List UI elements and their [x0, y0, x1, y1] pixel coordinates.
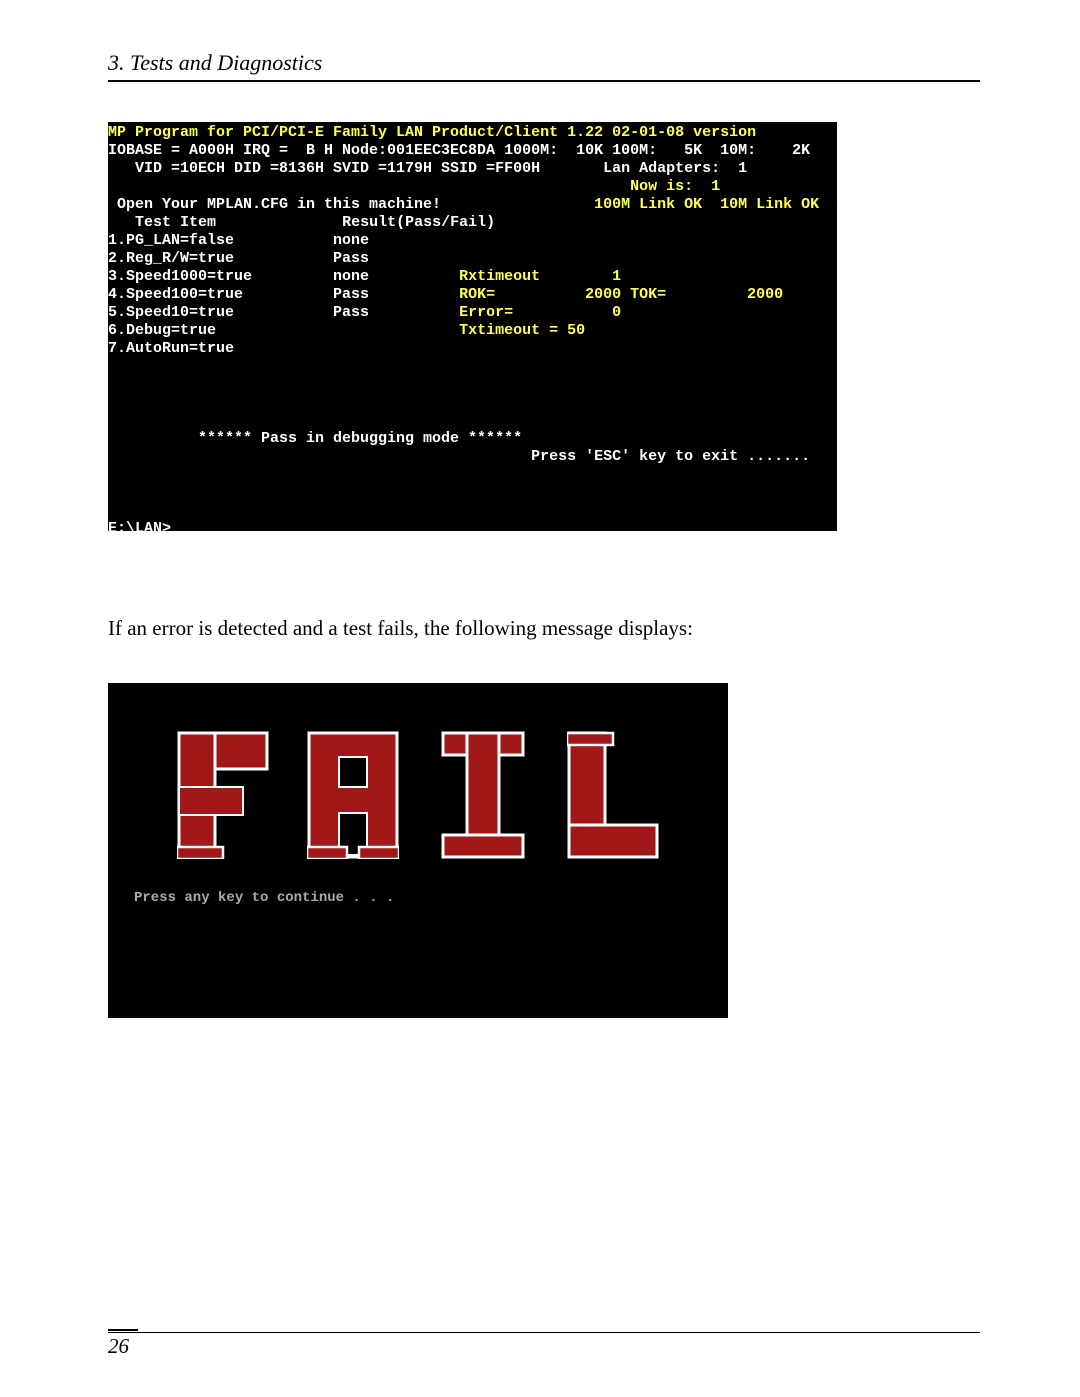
- letter-f-icon: [177, 731, 269, 859]
- term1-prompt: E:\LAN>: [108, 520, 171, 531]
- term1-vid-line: VID =10ECH DID =8136H SVID =1179H SSID =…: [108, 160, 747, 177]
- term1-open-line: Open Your MPLAN.CFG in this machine!: [108, 196, 441, 213]
- term1-esc-line: Press 'ESC' key to exit .......: [108, 448, 810, 465]
- term1-col-test: Test Item: [108, 214, 216, 231]
- letter-i-icon: [437, 731, 529, 859]
- page-number: 26: [108, 1334, 980, 1359]
- term1-nowis-line: Now is: 1: [108, 178, 720, 195]
- fail-ascii-art: [108, 725, 728, 873]
- error-caption: If an error is detected and a test fails…: [108, 616, 980, 641]
- section-heading: 3. Tests and Diagnostics: [108, 50, 980, 76]
- term1-rows: 1.PG_LAN=false none 2.Reg_R/W=true Pass …: [108, 232, 783, 357]
- header-rule: [108, 80, 980, 82]
- fail-terminal: Press any key to continue . . .: [108, 683, 728, 1018]
- letter-a-icon: [307, 731, 399, 859]
- term1-pass-line: ****** Pass in debugging mode ******: [108, 430, 522, 447]
- page-footer: 26: [108, 1329, 980, 1359]
- lan-test-terminal: MP Program for PCI/PCI-E Family LAN Prod…: [108, 122, 837, 531]
- term1-title-line: MP Program for PCI/PCI-E Family LAN Prod…: [108, 124, 756, 141]
- term1-iobase-line: IOBASE = A000H IRQ = B H Node:001EEC3EC8…: [108, 142, 810, 159]
- press-any-key: Press any key to continue . . .: [108, 890, 394, 906]
- letter-l-icon: [567, 731, 659, 859]
- term1-col-result: Result(Pass/Fail): [342, 214, 495, 231]
- term1-link-status: 100M Link OK 10M Link OK: [594, 196, 819, 213]
